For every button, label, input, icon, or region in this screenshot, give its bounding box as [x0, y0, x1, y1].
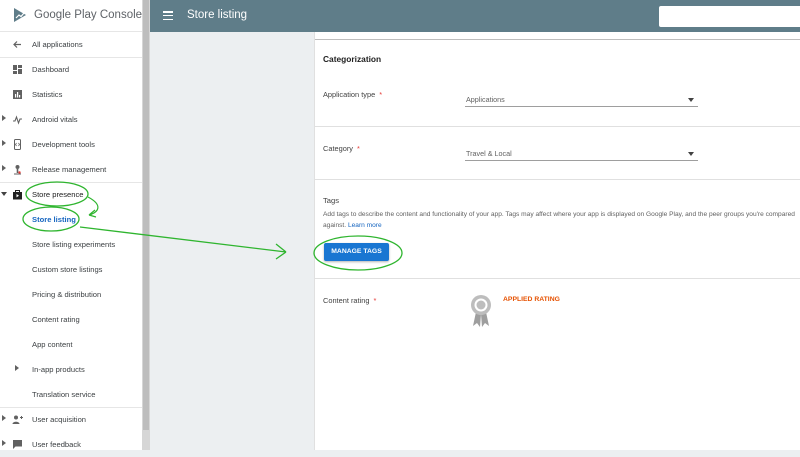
sidebar-item-in-app-products[interactable]: In-app products — [0, 357, 142, 382]
statistics-icon — [13, 90, 22, 99]
sidebar-item-label: Content rating — [32, 315, 80, 324]
expand-caret-icon[interactable] — [2, 115, 6, 121]
expand-caret-icon[interactable] — [2, 140, 6, 146]
store-icon — [13, 190, 22, 200]
menu-icon[interactable] — [163, 11, 173, 21]
section-title: Categorization — [323, 54, 382, 64]
expand-caret-icon[interactable] — [2, 415, 6, 421]
tags-title: Tags — [323, 196, 340, 205]
expand-caret-icon[interactable] — [2, 440, 6, 446]
tags-description: Add tags to describe the content and fun… — [323, 211, 795, 229]
sidebar-item-app-content[interactable]: App content — [0, 332, 142, 357]
sidebar-item-label: User acquisition — [32, 415, 87, 424]
sidebar-item-label: Store presence — [32, 190, 84, 199]
sidebar-item-custom-store-listings[interactable]: Custom store listings — [0, 257, 142, 282]
sidebar-item-dashboard[interactable]: Dashboard — [0, 57, 142, 82]
vitals-icon — [13, 115, 22, 125]
search-input[interactable] — [659, 6, 800, 27]
user-acquisition-icon — [12, 415, 23, 424]
section-divider — [315, 39, 800, 40]
rating-badge-icon — [471, 295, 491, 327]
learn-more-link[interactable]: Learn more — [348, 222, 382, 229]
sidebar-item-android-vitals[interactable]: Android vitals — [0, 107, 142, 132]
arrow-left-icon — [13, 41, 21, 48]
expand-caret-icon[interactable] — [15, 365, 19, 371]
sidebar-item-label: Pricing & distribution — [32, 290, 102, 299]
app-logo-text: Google Play Console — [34, 9, 143, 21]
sidebar-scrollbar-thumb[interactable] — [143, 0, 149, 430]
sidebar-item-store-presence[interactable]: Store presence — [0, 182, 142, 207]
sidebar-item-development-tools[interactable]: Development tools — [0, 132, 142, 157]
required-marker: * — [357, 144, 360, 153]
sidebar-item-label: Store listing experiments — [32, 240, 116, 249]
field-divider — [315, 278, 800, 279]
manage-tags-button[interactable]: MANAGE TAGS — [324, 243, 389, 261]
sidebar-item-translation-service[interactable]: Translation service — [0, 382, 142, 407]
sidebar-item-label: Android vitals — [32, 115, 78, 124]
sidebar-item-label: Statistics — [32, 90, 63, 99]
sidebar-item-content-rating[interactable]: Content rating — [0, 307, 142, 332]
rating-status: APPLIED RATING — [503, 296, 560, 303]
sidebar-item-label: User feedback — [32, 440, 81, 449]
sidebar-item-store-listing[interactable]: Store listing — [0, 207, 142, 232]
dashboard-icon — [13, 65, 22, 74]
content-rating-label: Content rating * — [323, 296, 377, 305]
category-label: Category * — [323, 144, 360, 153]
release-icon — [14, 165, 21, 175]
devtools-icon — [14, 139, 21, 150]
field-divider — [315, 179, 800, 180]
sidebar-item-user-acquisition[interactable]: User acquisition — [0, 407, 142, 432]
sidebar-item-all-applications[interactable]: All applications — [0, 32, 142, 57]
page-title: Store listing — [187, 9, 248, 21]
sidebar-item-label: App content — [32, 340, 73, 349]
sidebar-item-label: Release management — [32, 165, 107, 174]
sidebar-item-release-management[interactable]: Release management — [0, 157, 142, 182]
field-divider — [315, 126, 800, 127]
sidebar-nav: Google Play Console All applications Das… — [0, 0, 150, 450]
sidebar-item-label: Translation service — [32, 390, 96, 399]
sidebar-item-label: All applications — [32, 40, 83, 49]
collapse-caret-icon[interactable] — [1, 192, 7, 196]
play-console-logo-icon — [14, 8, 26, 22]
application-type-select[interactable]: Applications — [465, 92, 698, 107]
feedback-icon — [13, 440, 22, 449]
required-marker: * — [373, 296, 377, 305]
expand-caret-icon[interactable] — [2, 165, 6, 171]
sidebar-item-label: Development tools — [32, 140, 95, 149]
categorization-card: Categorization Application type * Applica… — [314, 32, 800, 450]
sidebar-item-label: Dashboard — [32, 65, 70, 74]
application-type-value: Applications — [466, 95, 505, 104]
sidebar-item-label: In-app products — [32, 365, 85, 374]
dropdown-arrow-icon — [688, 98, 694, 102]
sidebar-item-label: Store listing — [32, 215, 76, 224]
app-logo[interactable]: Google Play Console — [0, 0, 142, 32]
sidebar-item-store-listing-experiments[interactable]: Store listing experiments — [0, 232, 142, 257]
application-type-label: Application type * — [323, 90, 383, 99]
sidebar-item-label: Custom store listings — [32, 265, 103, 274]
required-marker: * — [379, 90, 383, 99]
sidebar-item-statistics[interactable]: Statistics — [0, 82, 142, 107]
sidebar-item-user-feedback[interactable]: User feedback — [0, 432, 142, 457]
top-app-bar: Store listing — [150, 0, 800, 32]
category-select[interactable]: Travel & Local — [465, 146, 698, 161]
dropdown-arrow-icon — [688, 152, 694, 156]
category-value: Travel & Local — [466, 149, 512, 158]
sidebar-item-pricing-distribution[interactable]: Pricing & distribution — [0, 282, 142, 307]
